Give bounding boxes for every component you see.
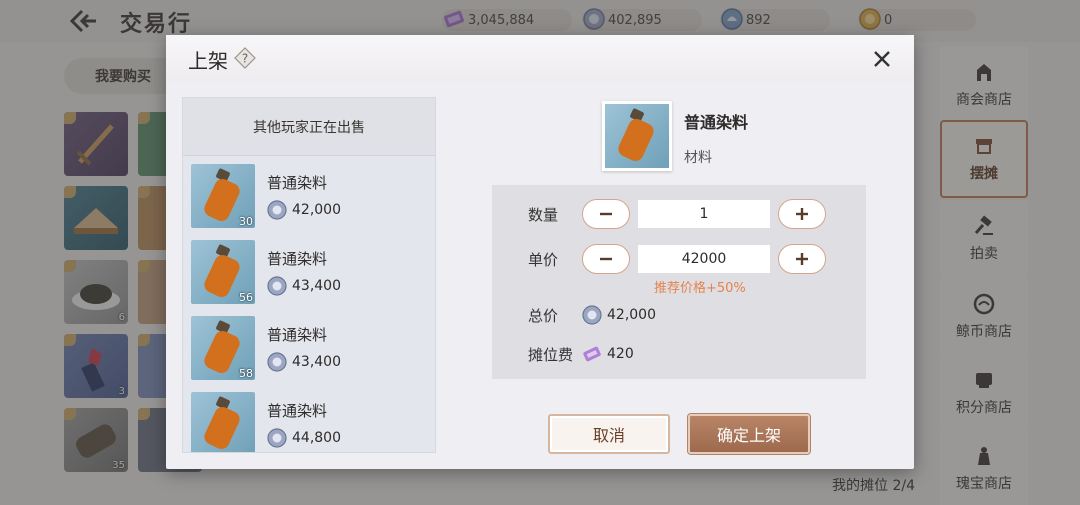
listing-name: 普通染料 xyxy=(267,250,328,268)
item-thumbnail: 58 xyxy=(191,316,255,380)
listing-name: 普通染料 xyxy=(267,174,328,192)
item-thumbnail: 30 xyxy=(191,164,255,228)
svg-text:?: ? xyxy=(242,52,248,66)
recommended-price-hint: 推荐价格+50% xyxy=(654,281,746,296)
quantity-label: 数量 xyxy=(528,206,559,224)
total-price-value: 42,000 xyxy=(582,305,656,325)
silver-coin-icon xyxy=(267,352,287,372)
list-item[interactable]: 普通染料 44,800 xyxy=(183,384,435,452)
selected-item-name: 普通染料 xyxy=(684,113,749,132)
list-item[interactable]: 56 普通染料 43,400 xyxy=(183,232,435,308)
listing-name: 普通染料 xyxy=(267,326,328,344)
selected-item-thumbnail xyxy=(602,101,672,171)
listing-form: 数量 单价 推荐价格+50% 总价 42,000 摊位费 420 xyxy=(492,185,866,379)
price-plus-button[interactable] xyxy=(778,244,826,274)
listing-price: 44,800 xyxy=(267,428,341,448)
unit-price-label: 单价 xyxy=(528,251,559,269)
total-price-label: 总价 xyxy=(528,307,559,325)
silver-coin-icon xyxy=(267,276,287,296)
list-item[interactable]: 30 普通染料 42,000 xyxy=(183,156,435,232)
help-icon[interactable]: ? xyxy=(234,47,256,69)
listings-header: 其他玩家正在出售 xyxy=(183,98,435,156)
selected-item-type: 材料 xyxy=(684,150,712,166)
confirm-listing-button[interactable]: 确定上架 xyxy=(688,414,810,454)
silver-coin-icon xyxy=(267,428,287,448)
dialog-title: 上架 xyxy=(188,49,228,73)
listing-price: 43,400 xyxy=(267,276,341,296)
dialog-header: 上架 ? xyxy=(166,35,914,81)
market-listings-panel[interactable]: 其他玩家正在出售 30 普通染料 42,000 56 普通染料 43,400 5… xyxy=(182,97,436,453)
listing-name: 普通染料 xyxy=(267,402,328,420)
stall-fee-label: 摊位费 xyxy=(528,346,574,364)
ticket-icon xyxy=(583,346,601,362)
stall-fee-value: 420 xyxy=(582,344,634,364)
minus-icon xyxy=(600,257,612,261)
quantity-input[interactable] xyxy=(638,200,770,228)
unit-price-input[interactable] xyxy=(638,245,770,273)
close-icon[interactable] xyxy=(870,47,894,71)
listing-price: 42,000 xyxy=(267,200,341,220)
item-count: 56 xyxy=(239,291,253,304)
silver-coin-icon xyxy=(582,305,602,325)
list-item-dialog: 上架 ? 其他玩家正在出售 30 普通染料 42,000 56 普通染料 43,… xyxy=(166,35,914,469)
dye-bottle-icon xyxy=(204,396,240,449)
item-count: 58 xyxy=(239,367,253,380)
quantity-plus-button[interactable] xyxy=(778,199,826,229)
listing-price: 43,400 xyxy=(267,352,341,372)
item-count: 30 xyxy=(239,215,253,228)
item-thumbnail: 56 xyxy=(191,240,255,304)
plus-icon xyxy=(796,208,808,220)
item-thumbnail xyxy=(191,392,255,452)
list-item[interactable]: 58 普通染料 43,400 xyxy=(183,308,435,384)
cancel-button[interactable]: 取消 xyxy=(548,414,670,454)
quantity-minus-button[interactable] xyxy=(582,199,630,229)
price-minus-button[interactable] xyxy=(582,244,630,274)
minus-icon xyxy=(600,212,612,216)
dye-bottle-icon xyxy=(618,108,654,161)
plus-icon xyxy=(796,253,808,265)
silver-coin-icon xyxy=(267,200,287,220)
